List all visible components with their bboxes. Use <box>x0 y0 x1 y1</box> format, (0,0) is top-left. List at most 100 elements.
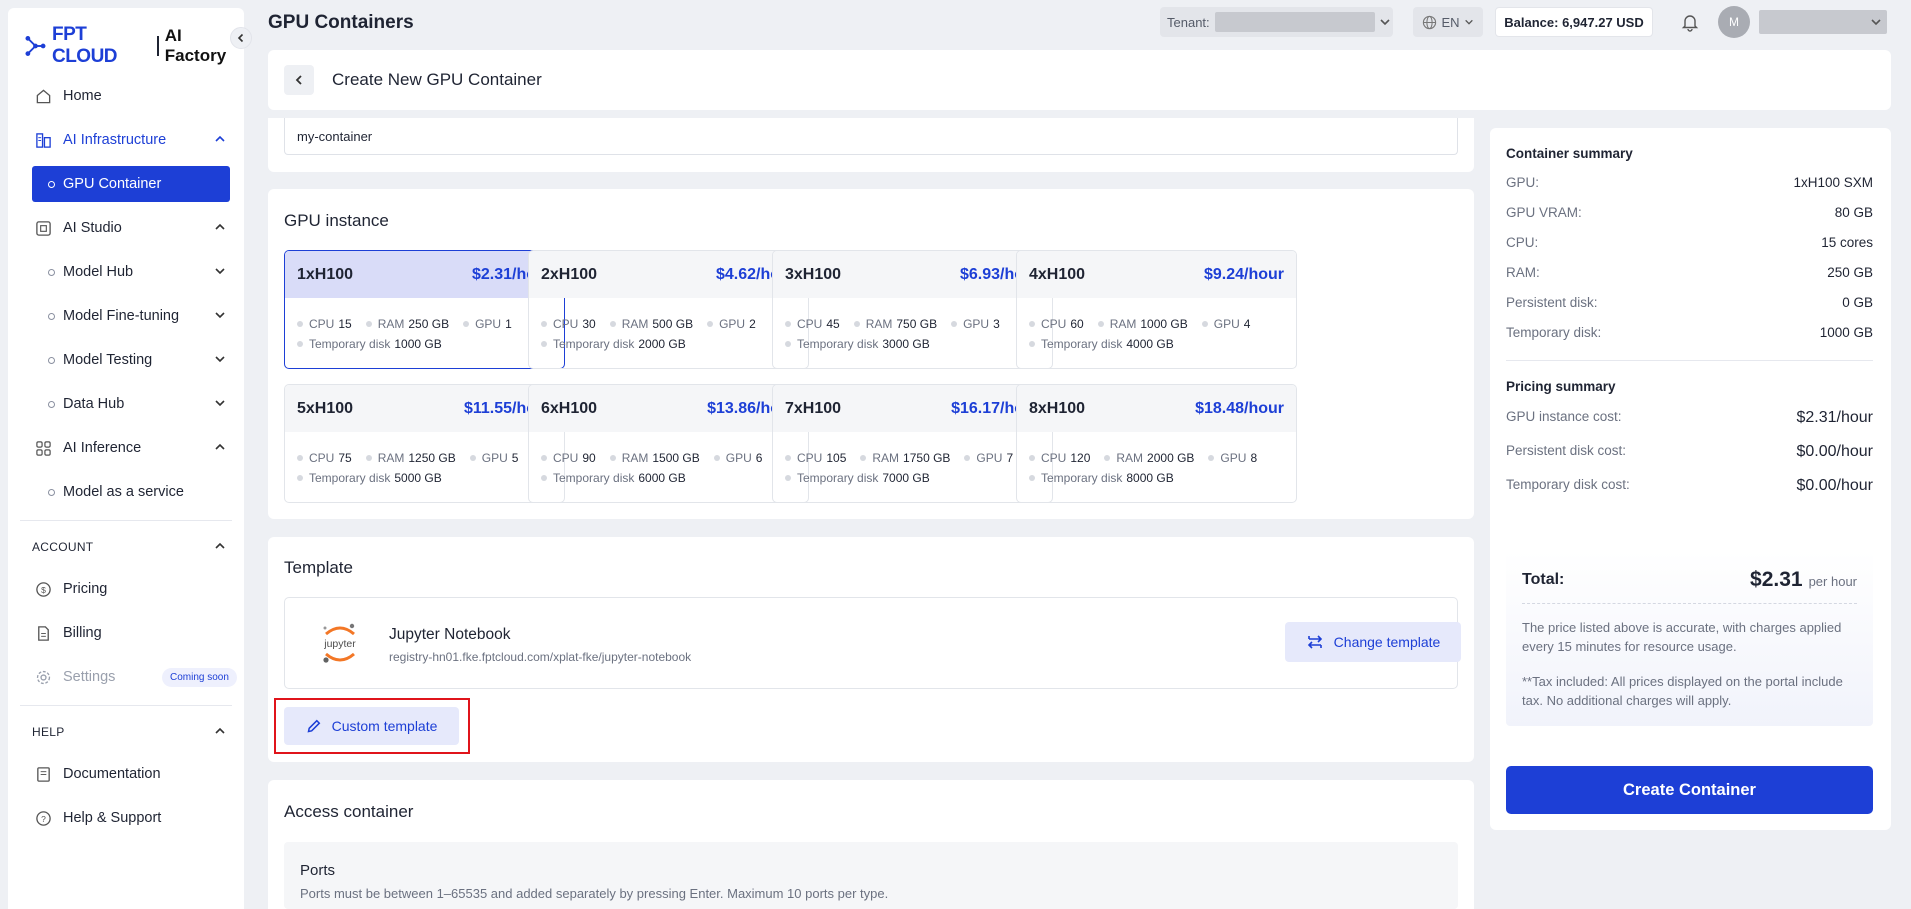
spec-ram: RAM 1500 GB <box>609 448 700 468</box>
sidebar-item-ai-studio[interactable]: AI Studio <box>8 206 244 250</box>
pricing-row-label: Temporary disk cost: <box>1506 477 1630 492</box>
total-label: Total: <box>1522 571 1565 588</box>
gpu-option-name: 6xH100 <box>541 399 598 417</box>
spec-temporary-disk: Temporary disk 8000 GB <box>1029 468 1174 488</box>
summary-row-value: 250 GB <box>1827 265 1873 280</box>
svg-text:?: ? <box>41 813 46 823</box>
summary-row-label: Temporary disk: <box>1506 325 1602 340</box>
user-name-redacted[interactable] <box>1759 10 1887 34</box>
sidebar-item-model-testing[interactable]: Model Testing <box>8 338 244 382</box>
sidebar-item-model-as-a-service[interactable]: Model as a service <box>8 470 244 514</box>
container-name-input[interactable]: my-container <box>284 118 1458 155</box>
brand-logo[interactable]: FPT CLOUD AI Factory <box>25 24 244 67</box>
gpu-option-name: 3xH100 <box>785 265 842 283</box>
section-label-account: ACCOUNT <box>32 540 94 554</box>
container-summary-title: Container summary <box>1506 146 1633 161</box>
sidebar-item-home[interactable]: Home <box>8 74 244 118</box>
gpu-option-name: 1xH100 <box>297 265 354 283</box>
change-template-button[interactable]: Change template <box>1285 622 1461 662</box>
chevron-down-icon <box>1464 19 1473 25</box>
home-icon <box>34 87 52 105</box>
sidebar-item-gpu-container[interactable]: GPU Container <box>32 166 230 202</box>
create-container-button[interactable]: Create Container <box>1506 766 1873 814</box>
infrastructure-icon <box>34 131 52 149</box>
section-label-help: HELP <box>32 725 65 739</box>
custom-template-button[interactable]: Custom template <box>284 707 459 745</box>
spec-temporary-disk: Temporary disk 4000 GB <box>1029 334 1174 354</box>
sidebar-label-documentation: Documentation <box>63 766 161 782</box>
spec-temporary-disk: Temporary disk 5000 GB <box>297 468 442 488</box>
summary-row: RAM: 250 GB <box>1506 265 1873 280</box>
gpu-option-1[interactable]: 1xH100 $2.31/hour CPU 15 RAM 250 GB GPU 1 Tempor… <box>284 250 565 369</box>
summary-row: CPU: 15 cores <box>1506 235 1873 250</box>
gpu-option-5[interactable]: 5xH100 $11.55/hour CPU 75 RAM 1250 GB GPU 5 Temp… <box>284 384 565 503</box>
pricing-row: GPU instance cost: $2.31/hour <box>1506 409 1873 427</box>
summary-row-label: GPU VRAM: <box>1506 205 1582 220</box>
sidebar-item-ai-inference[interactable]: AI Inference <box>8 426 244 470</box>
template-name: Jupyter Notebook <box>389 626 511 643</box>
selected-template: jupyter Jupyter Notebook registry-hn01.f… <box>284 597 1461 689</box>
gpu-instance-title: GPU instance <box>284 211 389 230</box>
chevron-down-icon <box>215 268 225 275</box>
template-title: Template <box>284 558 353 577</box>
sidebar-label-ai-infrastructure: AI Infrastructure <box>63 132 167 148</box>
template-section: Template jupyter Jupyter Notebook regist… <box>268 537 1474 762</box>
svg-text:$: $ <box>41 584 46 594</box>
section-help[interactable]: HELP <box>8 712 244 752</box>
spec-cpu: CPU 120 <box>1029 448 1090 468</box>
spec-temporary-disk: Temporary disk 7000 GB <box>785 468 930 488</box>
question-icon: ? <box>34 809 52 827</box>
spec-gpu: GPU 8 <box>1208 448 1257 468</box>
chevron-down-icon[interactable] <box>1870 16 1882 28</box>
language-select[interactable]: EN <box>1413 7 1483 37</box>
gpu-option-3[interactable]: 3xH100 $6.93/hour CPU 45 RAM 750 GB GPU 3 Tempor… <box>772 250 1053 369</box>
section-account[interactable]: ACCOUNT <box>8 527 244 567</box>
tenant-label: Tenant: <box>1167 14 1210 30</box>
chevron-down-icon <box>215 400 225 407</box>
gpu-option-name: 8xH100 <box>1029 399 1086 417</box>
gpu-option-2[interactable]: 2xH100 $4.62/hour CPU 30 RAM 500 GB GPU 2 Tempor… <box>528 250 809 369</box>
spec-cpu: CPU 30 <box>541 314 596 334</box>
spec-ram: RAM 1000 GB <box>1097 314 1188 334</box>
custom-template-label: Custom template <box>331 718 438 734</box>
summary-row: Persistent disk: 0 GB <box>1506 295 1873 310</box>
avatar[interactable]: M <box>1718 6 1750 38</box>
gpu-option-4[interactable]: 4xH100 $9.24/hour CPU 60 RAM 1000 GB GPU 4 Tempo… <box>1016 250 1297 369</box>
sidebar-label-data-hub: Data Hub <box>63 396 125 412</box>
tenant-select[interactable]: Tenant: <box>1160 7 1393 37</box>
gpu-option-7[interactable]: 7xH100 $16.17/hour CPU 105 RAM 1750 GB GPU 7 Tem… <box>772 384 1053 503</box>
sidebar-item-pricing[interactable]: $ Pricing <box>8 567 244 611</box>
pencil-icon <box>307 719 320 733</box>
sidebar-item-billing[interactable]: Billing <box>8 611 244 655</box>
sidebar-label-help-support: Help & Support <box>63 810 162 826</box>
spec-temporary-disk: Temporary disk 3000 GB <box>785 334 930 354</box>
sidebar-item-data-hub[interactable]: Data Hub <box>8 382 244 426</box>
sidebar-item-ai-infrastructure[interactable]: AI Infrastructure <box>8 118 244 162</box>
sidebar-item-help-support[interactable]: ? Help & Support <box>8 796 244 840</box>
spec-temporary-disk: Temporary disk 6000 GB <box>541 468 686 488</box>
summary-row-label: CPU: <box>1506 235 1539 250</box>
studio-icon <box>34 219 52 237</box>
pricing-row-value: $0.00/hour <box>1796 477 1873 494</box>
spec-gpu: GPU 2 <box>707 314 756 334</box>
jupyter-logo-text: jupyter <box>323 638 356 650</box>
sidebar-collapse-button[interactable] <box>230 27 252 49</box>
ports-help-text: Ports must be between 1–65535 and added … <box>300 886 889 901</box>
sidebar-item-documentation[interactable]: Documentation <box>8 752 244 796</box>
sidebar-item-model-fine-tuning[interactable]: Model Fine-tuning <box>8 294 244 338</box>
gpu-option-6[interactable]: 6xH100 $13.86/hour CPU 90 RAM 1500 GB GPU 6 Temp… <box>528 384 809 503</box>
access-container-title: Access container <box>284 802 414 821</box>
globe-icon <box>1423 15 1437 29</box>
pricing-row: Temporary disk cost: $0.00/hour <box>1506 477 1873 495</box>
gpu-option-8[interactable]: 8xH100 $18.48/hour CPU 120 RAM 2000 GB GPU 8 Tem… <box>1016 384 1297 503</box>
sidebar-label-gpu-container: GPU Container <box>63 176 162 192</box>
chevron-left-icon <box>237 33 244 43</box>
chevron-up-icon <box>215 727 225 734</box>
sidebar-item-model-hub[interactable]: Model Hub <box>8 250 244 294</box>
spec-gpu: GPU 5 <box>469 448 518 468</box>
spec-gpu: GPU 4 <box>1201 314 1250 334</box>
back-button[interactable] <box>284 65 314 95</box>
notification-button[interactable] <box>1680 12 1700 35</box>
pricing-row: Persistent disk cost: $0.00/hour <box>1506 443 1873 461</box>
summary-row-value: 1000 GB <box>1819 325 1873 340</box>
